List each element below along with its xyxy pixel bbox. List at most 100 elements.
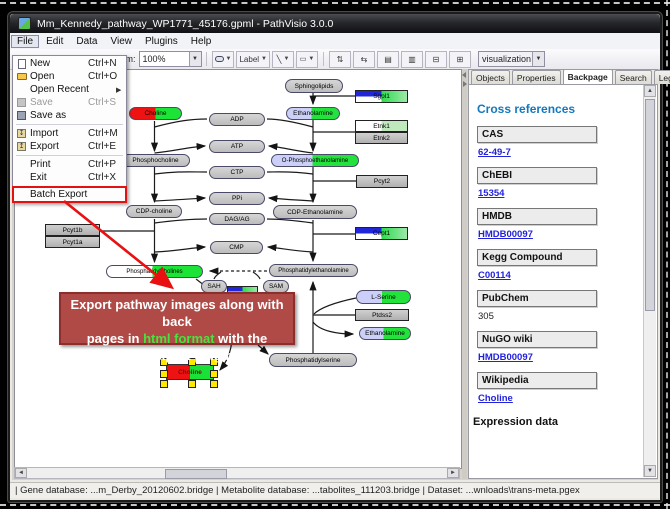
chevron-down-icon[interactable]: ▼ — [532, 52, 544, 66]
pathway-node-sgpl1[interactable]: Sgpl1 — [355, 90, 408, 103]
xref-link[interactable]: 62-49-7 — [478, 147, 511, 158]
pathway-node-l-serine[interactable]: L-Serine — [356, 290, 411, 304]
node-label: Choline — [144, 110, 166, 117]
slide-border-top — [0, 2, 670, 4]
collapse-left-icon[interactable] — [462, 72, 466, 78]
node-label: CMP — [229, 244, 243, 251]
pathway-node-o-phosphoethanolamine[interactable]: O-Phosphoethanolamine — [271, 154, 359, 167]
selection-handle[interactable] — [160, 370, 168, 378]
scroll-down-icon[interactable]: ▼ — [644, 465, 656, 477]
pathway-node-ppi[interactable]: PPi — [209, 192, 265, 205]
pathway-node-cdp-ethanolamine[interactable]: CDP-Ethanolamine — [273, 205, 357, 219]
xref-link[interactable]: HMDB00097 — [478, 229, 533, 240]
xref-link[interactable]: Choline — [478, 393, 513, 404]
pathway-node-cdp-choline[interactable]: CDP-choline — [126, 205, 182, 218]
distribute-vertical-button[interactable]: ▥ — [401, 51, 423, 68]
menu-item-export[interactable]: ↥ Export Ctrl+E — [13, 140, 126, 153]
pathway-node-sphingolipids[interactable]: Sphingolipids — [285, 79, 343, 93]
pathway-node-phosphocholine[interactable]: Phosphocholine — [121, 154, 190, 167]
shape-icon: ▭ — [300, 55, 307, 63]
tab-objects[interactable]: Objects — [471, 70, 510, 84]
cross-references-heading: Cross references — [477, 102, 641, 116]
pathway-node-ptdss2[interactable]: Ptdss2 — [355, 309, 409, 321]
menu-separator — [16, 155, 123, 156]
pathway-node-choline[interactable]: Choline — [129, 107, 182, 120]
node-label: ATP — [231, 143, 243, 150]
common-width-button[interactable]: ⊟ — [425, 51, 447, 68]
align-center-x-button[interactable]: ⇅ — [329, 51, 351, 68]
distribute-vertical-icon: ▥ — [408, 55, 416, 64]
menu-edit[interactable]: Edit — [40, 35, 69, 48]
menu-item-open[interactable]: Open Ctrl+O — [13, 70, 126, 83]
selection-handle[interactable] — [160, 380, 168, 388]
menu-item-batch-export[interactable]: Batch Export — [13, 188, 126, 201]
pathway-node-ethanolamine[interactable]: Ethanolamine — [286, 107, 340, 120]
selection-handle[interactable] — [210, 380, 218, 388]
pathway-node-etnk2[interactable]: Etnk2 — [355, 132, 408, 144]
pathway-node-adp[interactable]: ADP — [209, 113, 265, 126]
line-tool-button[interactable]: ╲▼ — [272, 51, 294, 68]
pathway-node-etnk1[interactable]: Etnk1 — [355, 120, 408, 132]
selection-handle[interactable] — [210, 370, 218, 378]
canvas-horizontal-scrollbar[interactable]: ◄ ► — [14, 467, 460, 479]
side-panel: Objects Properties Backpage Search Legen… — [468, 69, 658, 479]
xref-section-hmdb: HMDB HMDB00097 — [477, 208, 641, 240]
pathway-node-ctp[interactable]: CTP — [209, 166, 265, 179]
datanode-tool-button[interactable]: ▼ — [212, 51, 235, 68]
tab-search[interactable]: Search — [615, 70, 652, 84]
pathway-node-pcyt2[interactable]: Pcyt2 — [356, 175, 408, 188]
pathway-node-pcyt1b[interactable]: Pcyt1b — [45, 224, 100, 236]
align-center-y-button[interactable]: ⇆ — [353, 51, 375, 68]
visualization-combobox[interactable]: visualization ▼ — [478, 51, 545, 67]
menu-plugins[interactable]: Plugins — [139, 35, 184, 48]
scrollbar-thumb[interactable] — [645, 99, 655, 311]
xref-link[interactable]: 15354 — [478, 188, 504, 199]
selection-handle[interactable] — [188, 380, 196, 388]
pathway-node-ethanolamine[interactable]: Ethanolamine — [359, 327, 411, 340]
pathway-node-dag-ag[interactable]: DAG/AG — [209, 213, 265, 225]
menu-item-import[interactable]: ↧ Import Ctrl+M — [13, 127, 126, 140]
menu-item-save-as[interactable]: Save as — [13, 109, 126, 122]
label-tool-button[interactable]: Label▼ — [236, 51, 270, 68]
pathway-node-pcyt1a[interactable]: Pcyt1a — [45, 236, 100, 248]
pathvisio-window: Mm_Kennedy_pathway_WP1771_45176.gpml - P… — [8, 12, 662, 502]
pathway-node-phosphatidylethanolamine[interactable]: Phosphatidylethanolamine — [269, 264, 358, 277]
pathway-node-atp[interactable]: ATP — [209, 140, 265, 153]
common-height-button[interactable]: ⊞ — [449, 51, 471, 68]
title-bar[interactable]: Mm_Kennedy_pathway_WP1771_45176.gpml - P… — [10, 14, 660, 33]
tab-properties[interactable]: Properties — [512, 70, 561, 84]
collapse-right-icon[interactable] — [463, 81, 467, 87]
menu-data[interactable]: Data — [70, 35, 103, 48]
menu-item-print[interactable]: Print Ctrl+P — [13, 158, 126, 171]
shape-tool-button[interactable]: ▭▼ — [296, 51, 318, 68]
expression-data-heading: Expression data — [473, 416, 641, 428]
pathway-node-choline[interactable]: Choline — [166, 364, 214, 380]
menu-item-exit[interactable]: Exit Ctrl+X — [13, 171, 126, 184]
chevron-down-icon[interactable]: ▼ — [189, 52, 201, 66]
menu-item-new[interactable]: New Ctrl+N — [13, 57, 126, 70]
zoom-combobox[interactable]: 100% ▼ — [139, 51, 202, 67]
panel-vertical-scrollbar[interactable]: ▲ ▼ — [643, 85, 656, 477]
visualization-value: visualization — [482, 54, 531, 64]
pathway-node-cept1[interactable]: Cept1 — [355, 227, 408, 240]
distribute-horizontal-button[interactable]: ▤ — [377, 51, 399, 68]
tab-backpage[interactable]: Backpage — [563, 69, 613, 84]
pathway-node-cmp[interactable]: CMP — [210, 241, 263, 254]
scroll-up-icon[interactable]: ▲ — [644, 85, 656, 97]
submenu-arrow-icon: ▶ — [116, 86, 126, 94]
menu-item-open-recent[interactable]: Open Recent ▶ — [13, 83, 126, 96]
tab-legend[interactable]: Legend — [654, 70, 670, 84]
node-label: Phosphatidylcholines — [126, 269, 182, 275]
scrollbar-thumb[interactable] — [165, 469, 227, 479]
scroll-left-icon[interactable]: ◄ — [15, 468, 27, 478]
xref-link[interactable]: C00114 — [478, 270, 511, 281]
menu-view[interactable]: View — [104, 35, 138, 48]
xref-link[interactable]: HMDB00097 — [478, 352, 533, 363]
menu-help[interactable]: Help — [185, 35, 218, 48]
panel-splitter[interactable] — [462, 69, 467, 479]
pathway-node-phosphatidylcholines[interactable]: Phosphatidylcholines — [106, 265, 203, 278]
menu-file[interactable]: File — [11, 35, 39, 48]
node-label: Ptdss2 — [372, 312, 392, 319]
node-label: PPi — [232, 195, 242, 202]
scroll-right-icon[interactable]: ► — [447, 468, 459, 478]
